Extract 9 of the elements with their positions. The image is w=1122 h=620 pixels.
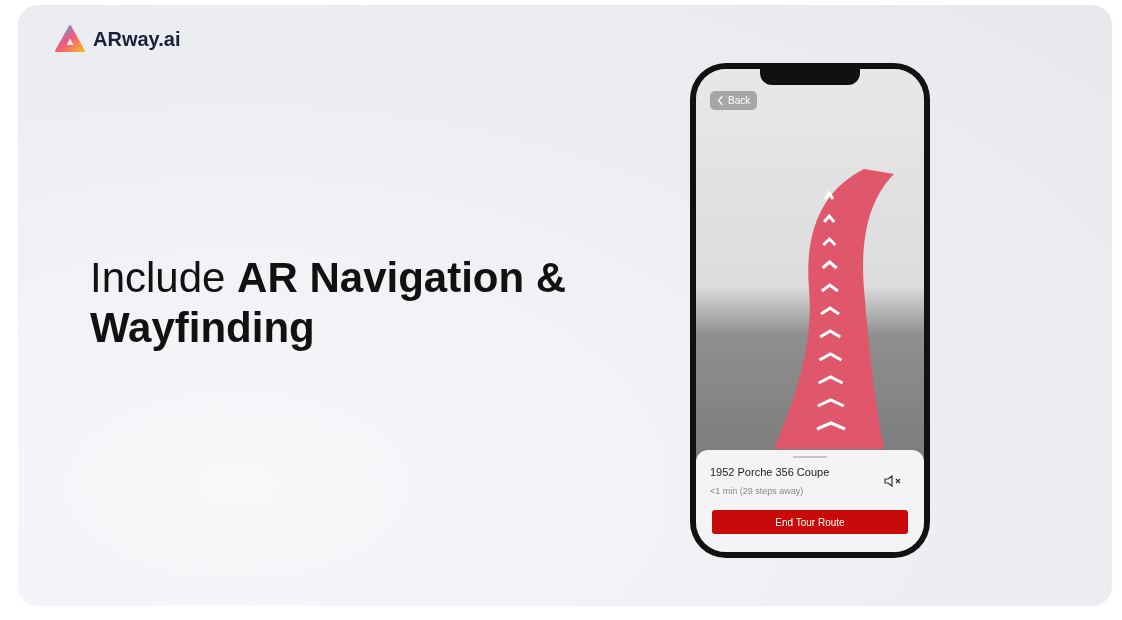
logo-icon (55, 25, 85, 53)
chevron-left-icon (717, 95, 724, 106)
headline: Include AR Navigation & Wayfinding (90, 253, 568, 354)
destination-eta: <1 min (29 steps away) (710, 486, 805, 496)
mute-icon[interactable] (884, 475, 902, 487)
brand-name: ARway.ai (93, 27, 181, 51)
destination-title: 1952 Porche 356 Coupe (710, 466, 830, 478)
end-tour-button[interactable]: End Tour Route (712, 510, 908, 534)
sheet-handle (793, 456, 827, 458)
